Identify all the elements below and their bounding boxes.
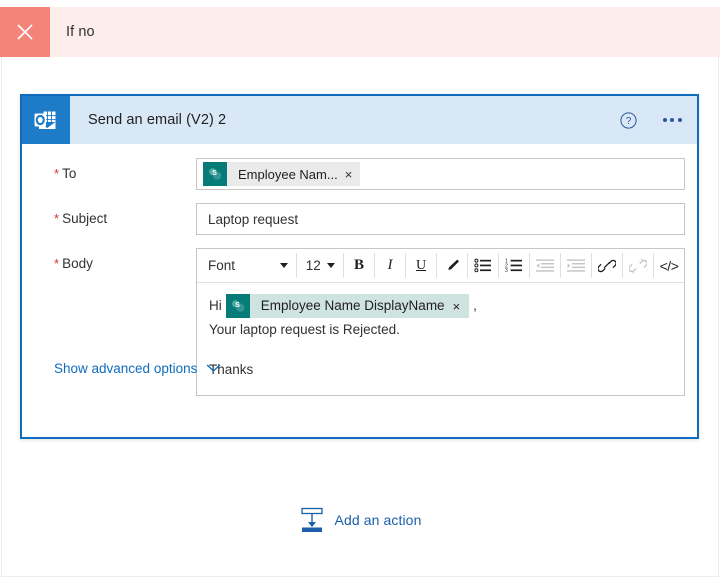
code-view-button[interactable]: </> [654, 249, 684, 282]
field-row-subject: * Subject Laptop request [22, 203, 697, 235]
card-header-actions: ? [613, 96, 687, 144]
rte-toolbar: Font 12 B I U 1 2 3 </> [197, 249, 684, 283]
rte-line-signoff: Thanks [209, 361, 254, 377]
outdent-icon [530, 249, 560, 282]
outlook-icon [22, 96, 70, 144]
body-field-control: Font 12 B I U 1 2 3 </> Hi S Employee Na… [196, 248, 685, 396]
rte-line-status: Your laptop request is Rejected. [209, 322, 400, 337]
font-family-value: Font [208, 258, 236, 273]
svg-text:?: ? [625, 116, 631, 127]
close-icon[interactable]: × [345, 168, 361, 181]
insert-link-icon[interactable] [592, 249, 622, 282]
flow-designer-page: If no Send an email (V2) 2 ? * To S Empl… [0, 0, 720, 578]
to-token-text: Employee Nam... [238, 166, 338, 182]
to-field-control: S Employee Nam... × [196, 158, 685, 190]
rich-text-editor[interactable]: Font 12 B I U 1 2 3 </> Hi S Employee Na… [196, 248, 685, 396]
body-token-text: Employee Name DisplayName [260, 297, 445, 313]
if-no-label: If no [66, 24, 95, 40]
to-dynamic-token[interactable]: S Employee Nam... × [203, 162, 361, 186]
close-icon[interactable]: × [453, 300, 470, 313]
rte-content-area[interactable]: Hi S Employee Name DisplayName × , Your … [197, 283, 684, 395]
field-row-to: * To S Employee Nam... × [22, 158, 697, 190]
bold-button[interactable]: B [344, 249, 374, 282]
body-dynamic-token[interactable]: S Employee Name DisplayName × [225, 294, 470, 318]
body-field-label: * Body [34, 248, 196, 271]
svg-text:S: S [235, 302, 240, 309]
required-asterisk: * [54, 166, 60, 181]
sharepoint-icon: S [225, 294, 250, 318]
font-size-dropdown[interactable]: 12 [297, 249, 343, 282]
underline-button[interactable]: U [406, 249, 436, 282]
show-advanced-options-link[interactable]: Show advanced options [54, 361, 221, 376]
required-asterisk: * [54, 256, 60, 271]
indent-icon [561, 249, 591, 282]
subject-input[interactable]: Laptop request [196, 203, 685, 235]
body-label-text: Body [62, 256, 93, 271]
ellipsis-dot [677, 118, 682, 122]
close-x-icon [0, 7, 50, 57]
required-asterisk: * [54, 211, 60, 226]
ellipsis-dot [662, 118, 667, 122]
greeting-suffix: , [473, 297, 477, 313]
svg-text:S: S [212, 170, 217, 177]
subject-field-control: Laptop request [196, 203, 685, 235]
sharepoint-icon: S [203, 162, 227, 186]
font-size-value: 12 [305, 258, 321, 273]
to-label-text: To [62, 166, 77, 181]
to-field-label: * To [34, 158, 196, 181]
send-email-action-card[interactable]: Send an email (V2) 2 ? * To S Employee N… [20, 94, 699, 439]
svg-text:3: 3 [505, 268, 508, 273]
bulleted-list-icon[interactable] [468, 249, 498, 282]
subject-label-text: Subject [62, 211, 108, 226]
greeting-text: Hi [209, 297, 222, 313]
remove-link-icon [623, 249, 653, 282]
if-no-banner: If no [0, 7, 720, 57]
card-title: Send an email (V2) 2 [88, 112, 227, 128]
numbered-list-icon[interactable]: 1 2 3 [499, 249, 529, 282]
ellipsis-dot [670, 118, 674, 122]
chevron-down-icon [279, 263, 288, 268]
subject-field-label: * Subject [34, 203, 196, 226]
italic-button[interactable]: I [375, 249, 405, 282]
pen-highlight-icon[interactable] [437, 249, 467, 282]
font-family-dropdown[interactable]: Font [197, 249, 296, 282]
chevron-down-icon [327, 263, 335, 268]
add-an-action-label: Add an action [334, 512, 422, 528]
to-input[interactable]: S Employee Nam... × [196, 158, 685, 190]
chevron-down-icon [207, 364, 221, 373]
help-question-icon[interactable]: ? [613, 105, 643, 135]
card-header[interactable]: Send an email (V2) 2 ? [22, 96, 697, 144]
rte-line-greeting: Hi S Employee Name DisplayName × , [209, 294, 672, 318]
add-an-action-button[interactable]: Add an action [0, 505, 720, 535]
add-action-arrow-icon [300, 507, 323, 532]
show-advanced-options-label: Show advanced options [54, 360, 198, 376]
card-body: * To S Employee Nam... × * Subject Lapto… [22, 144, 697, 396]
more-ellipsis-icon[interactable] [657, 105, 687, 135]
